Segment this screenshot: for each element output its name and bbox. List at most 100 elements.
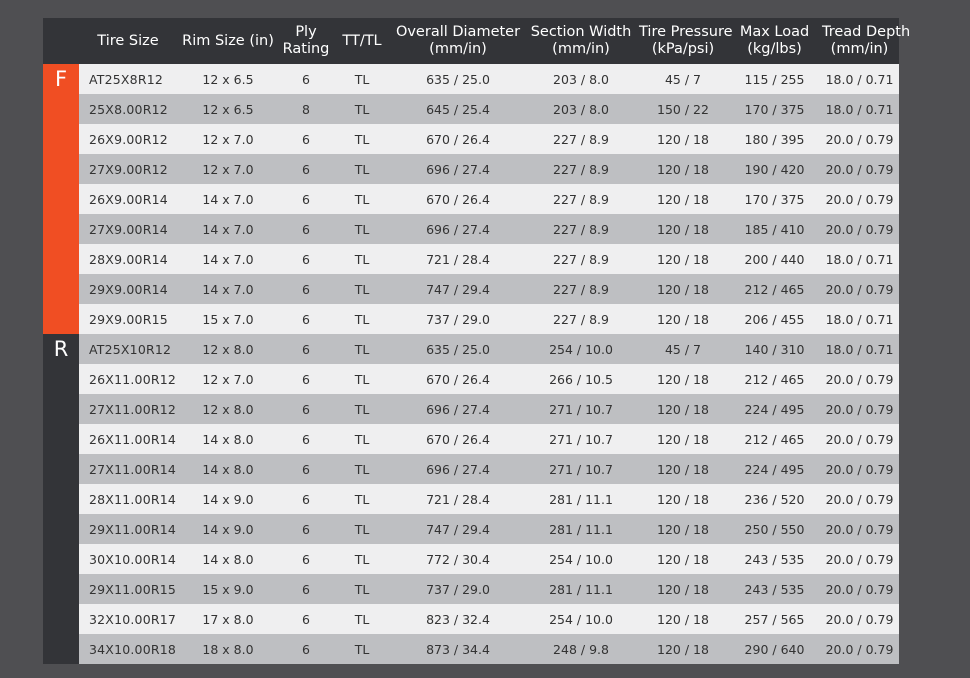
overall-diameter-cell: 747 / 29.4 <box>391 274 525 304</box>
overall-diameter-cell: 635 / 25.0 <box>391 334 525 364</box>
max-load-cell: 200 / 440 <box>729 244 820 274</box>
rim-size-cell: 12 x 6.5 <box>177 94 279 124</box>
ply-rating-cell: 6 <box>279 244 333 274</box>
table-row: 29X11.00R14 14 x 9.0 6 TL 747 / 29.4 281 / 11… <box>79 514 899 544</box>
tire-pressure-cell: 120 / 18 <box>637 604 729 634</box>
ply-rating-cell: 6 <box>279 184 333 214</box>
overall-diameter-cell: 670 / 26.4 <box>391 424 525 454</box>
tread-depth-cell: 18.0 / 0.71 <box>820 94 899 124</box>
tread-depth-cell: 18.0 / 0.71 <box>820 64 899 94</box>
header-ply-rating: Ply Rating <box>282 24 330 57</box>
tread-depth-cell: 20.0 / 0.79 <box>820 574 899 604</box>
overall-diameter-cell: 823 / 32.4 <box>391 604 525 634</box>
overall-diameter-cell: 696 / 27.4 <box>391 454 525 484</box>
overall-diameter-cell: 696 / 27.4 <box>391 394 525 424</box>
table-row: 30X10.00R14 14 x 8.0 6 TL 772 / 30.4 254 / 10… <box>79 544 899 574</box>
section-width-cell: 227 / 8.9 <box>525 244 637 274</box>
rim-size-cell: 14 x 9.0 <box>177 484 279 514</box>
table-row: 34X10.00R18 18 x 8.0 6 TL 873 / 34.4 248 / 9.… <box>79 634 899 664</box>
overall-diameter-cell: 721 / 28.4 <box>391 244 525 274</box>
section-width-cell: 281 / 11.1 <box>525 484 637 514</box>
max-load-cell: 140 / 310 <box>729 334 820 364</box>
ply-rating-cell: 6 <box>279 514 333 544</box>
tire-size-cell: 34X10.00R18 <box>79 634 177 664</box>
rim-size-cell: 12 x 6.5 <box>177 64 279 94</box>
tire-pressure-cell: 120 / 18 <box>637 544 729 574</box>
max-load-cell: 212 / 465 <box>729 274 820 304</box>
header-tread-depth: Tread Depth (mm/in) <box>822 24 911 57</box>
max-load-cell: 257 / 565 <box>729 604 820 634</box>
section-width-cell: 227 / 8.9 <box>525 274 637 304</box>
section-width-cell: 254 / 10.0 <box>525 334 637 364</box>
table-row: 28X9.00R14 14 x 7.0 6 TL 721 / 28.4 227 / 8.9… <box>79 244 899 274</box>
rim-size-cell: 14 x 8.0 <box>177 454 279 484</box>
table-row: 28X11.00R14 14 x 9.0 6 TL 721 / 28.4 281 / 11… <box>79 484 899 514</box>
section-width-cell: 227 / 8.9 <box>525 214 637 244</box>
tt-tl-cell: TL <box>333 574 391 604</box>
overall-diameter-cell: 737 / 29.0 <box>391 304 525 334</box>
max-load-cell: 115 / 255 <box>729 64 820 94</box>
table-row: AT25X8R12 12 x 6.5 6 TL 635 / 25.0 203 / 8.0 4… <box>79 64 899 94</box>
tread-depth-cell: 18.0 / 0.71 <box>820 244 899 274</box>
tire-size-cell: 29X11.00R14 <box>79 514 177 544</box>
tire-size-cell: AT25X8R12 <box>79 64 177 94</box>
overall-diameter-cell: 721 / 28.4 <box>391 484 525 514</box>
overall-diameter-cell: 645 / 25.4 <box>391 94 525 124</box>
max-load-cell: 185 / 410 <box>729 214 820 244</box>
tire-pressure-cell: 120 / 18 <box>637 574 729 604</box>
tt-tl-cell: TL <box>333 334 391 364</box>
overall-diameter-cell: 670 / 26.4 <box>391 184 525 214</box>
table-row: 32X10.00R17 17 x 8.0 6 TL 823 / 32.4 254 / 10… <box>79 604 899 634</box>
rim-size-cell: 14 x 8.0 <box>177 544 279 574</box>
tire-size-cell: 27X9.00R12 <box>79 154 177 184</box>
rim-size-cell: 12 x 7.0 <box>177 124 279 154</box>
overall-diameter-cell: 737 / 29.0 <box>391 574 525 604</box>
overall-diameter-cell: 696 / 27.4 <box>391 154 525 184</box>
ply-rating-cell: 6 <box>279 274 333 304</box>
header-tt-tl: TT/TL <box>342 32 382 49</box>
ply-rating-cell: 6 <box>279 154 333 184</box>
max-load-cell: 250 / 550 <box>729 514 820 544</box>
max-load-cell: 243 / 535 <box>729 574 820 604</box>
section-width-cell: 271 / 10.7 <box>525 394 637 424</box>
max-load-cell: 212 / 465 <box>729 424 820 454</box>
rim-size-cell: 12 x 8.0 <box>177 334 279 364</box>
table-row: 27X9.00R14 14 x 7.0 6 TL 696 / 27.4 227 / 8.9… <box>79 214 899 244</box>
tread-depth-cell: 20.0 / 0.79 <box>820 514 899 544</box>
max-load-cell: 243 / 535 <box>729 544 820 574</box>
tire-size-cell: 29X11.00R15 <box>79 574 177 604</box>
tire-pressure-cell: 120 / 18 <box>637 484 729 514</box>
section-width-cell: 281 / 11.1 <box>525 574 637 604</box>
tire-pressure-cell: 120 / 18 <box>637 244 729 274</box>
table-row: 29X9.00R14 14 x 7.0 6 TL 747 / 29.4 227 / 8.9… <box>79 274 899 304</box>
rim-size-cell: 15 x 9.0 <box>177 574 279 604</box>
ply-rating-cell: 6 <box>279 544 333 574</box>
overall-diameter-cell: 670 / 26.4 <box>391 364 525 394</box>
max-load-cell: 170 / 375 <box>729 184 820 214</box>
tire-size-cell: 30X10.00R14 <box>79 544 177 574</box>
ply-rating-cell: 6 <box>279 484 333 514</box>
table-header-row: Tire Size Rim Size (in) Ply Rating TT/TL … <box>79 18 911 64</box>
rim-size-cell: 12 x 7.0 <box>177 154 279 184</box>
tread-depth-cell: 20.0 / 0.79 <box>820 394 899 424</box>
tt-tl-cell: TL <box>333 154 391 184</box>
tt-tl-cell: TL <box>333 604 391 634</box>
header-max-load: Max Load (kg/lbs) <box>739 24 810 57</box>
section-width-cell: 227 / 8.9 <box>525 304 637 334</box>
table-row: 26X9.00R12 12 x 7.0 6 TL 670 / 26.4 227 / 8.9… <box>79 124 899 154</box>
section-width-cell: 227 / 8.9 <box>525 154 637 184</box>
tire-size-cell: 26X11.00R12 <box>79 364 177 394</box>
tire-pressure-cell: 120 / 18 <box>637 304 729 334</box>
ply-rating-cell: 6 <box>279 574 333 604</box>
tire-size-cell: 29X9.00R15 <box>79 304 177 334</box>
rim-size-cell: 15 x 7.0 <box>177 304 279 334</box>
max-load-cell: 212 / 465 <box>729 364 820 394</box>
table-row: 26X11.00R14 14 x 8.0 6 TL 670 / 26.4 271 / 10… <box>79 424 899 454</box>
tire-pressure-cell: 120 / 18 <box>637 274 729 304</box>
tire-pressure-cell: 45 / 7 <box>637 64 729 94</box>
tire-size-cell: 26X11.00R14 <box>79 424 177 454</box>
section-width-cell: 227 / 8.9 <box>525 184 637 214</box>
tire-size-cell: 25X8.00R12 <box>79 94 177 124</box>
ply-rating-cell: 6 <box>279 364 333 394</box>
max-load-cell: 180 / 395 <box>729 124 820 154</box>
